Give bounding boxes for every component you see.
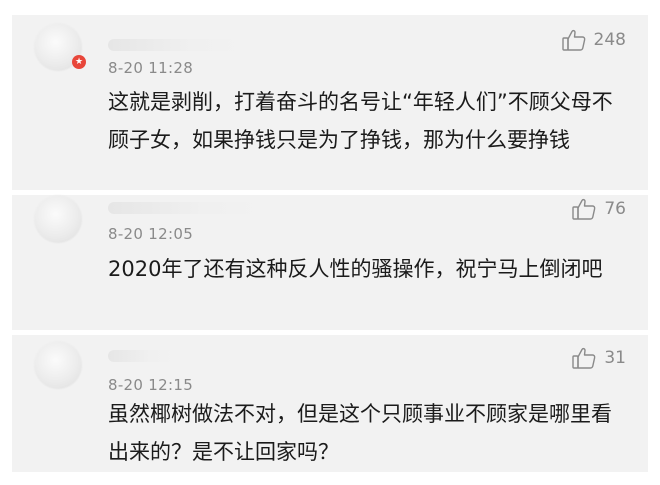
vip-badge-icon: ★ [72, 55, 86, 69]
like-button[interactable]: 248 [561, 29, 626, 51]
comment-time: 8-20 11:28 [108, 59, 194, 77]
like-count: 76 [604, 199, 626, 219]
like-button[interactable]: 76 [572, 198, 626, 220]
comment-card: 8-20 12:05 76 2020年了还有这种反人性的骚操作，祝宁马上倒闭吧 [12, 195, 648, 330]
comment-text: 虽然椰树做法不对，但是这个只顾事业不顾家是哪里看出来的？是不让回家吗？ [108, 402, 612, 464]
like-count: 248 [593, 30, 626, 50]
username-blurred[interactable] [108, 202, 268, 214]
thumbs-up-icon[interactable] [572, 347, 596, 369]
comment-list: ★ 8-20 11:28 248 这就是剥削，打着奋斗的名号让“年轻人们”不顾父… [0, 0, 660, 485]
avatar[interactable] [34, 341, 82, 389]
comment-card: ★ 8-20 11:28 248 这就是剥削，打着奋斗的名号让“年轻人们”不顾父… [12, 15, 648, 190]
username-blurred[interactable] [108, 39, 248, 51]
comment-card: 8-20 12:15 31 虽然椰树做法不对，但是这个只顾事业不顾家是哪里看出来… [12, 335, 648, 472]
like-button[interactable]: 31 [572, 347, 626, 369]
thumbs-up-icon[interactable] [572, 198, 596, 220]
like-count: 31 [604, 348, 626, 368]
avatar[interactable] [34, 195, 82, 243]
comment-text: 2020年了还有这种反人性的骚操作，祝宁马上倒闭吧 [108, 257, 603, 281]
thumbs-up-icon[interactable] [561, 29, 586, 51]
comment-time: 8-20 12:05 [108, 225, 194, 243]
comment-text: 这就是剥削，打着奋斗的名号让“年轻人们”不顾父母不顾子女，如果挣钱只是为了挣钱，… [108, 90, 613, 152]
username-blurred[interactable] [108, 350, 178, 362]
comment-time: 8-20 12:15 [108, 376, 194, 394]
